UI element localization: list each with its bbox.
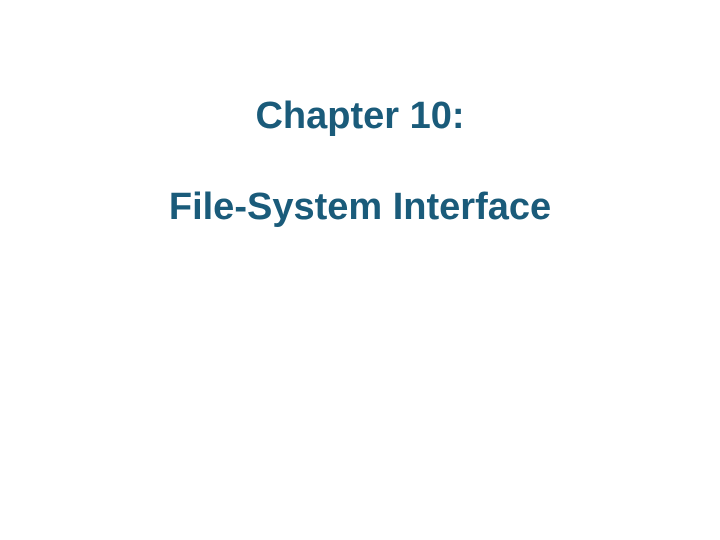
chapter-title: File-System Interface xyxy=(0,186,720,229)
chapter-label: Chapter 10: xyxy=(0,95,720,138)
slide-container: Chapter 10: File-System Interface xyxy=(0,0,720,540)
